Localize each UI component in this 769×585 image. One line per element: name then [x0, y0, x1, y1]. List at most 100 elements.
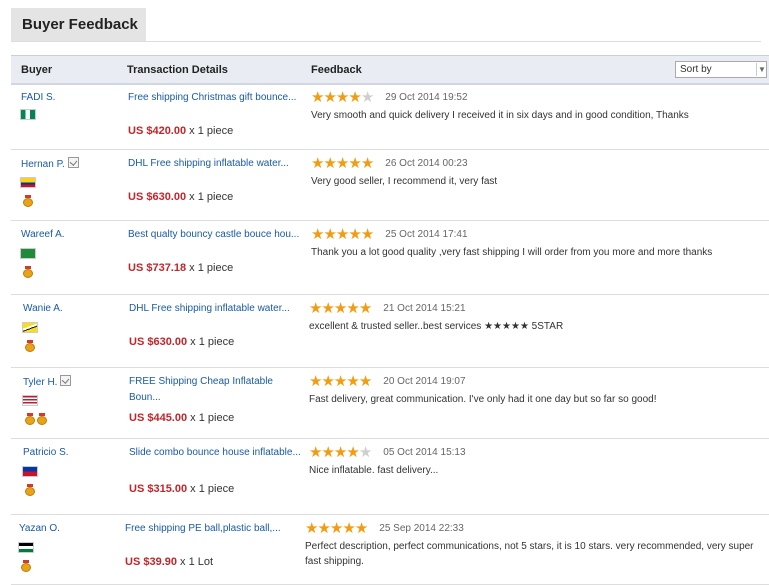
buyer-name-link[interactable]: Wareef A.	[21, 229, 65, 240]
feedback-date: 26 Oct 2014 00:23	[385, 158, 468, 169]
star-icon: ★	[335, 226, 349, 243]
medal-icon	[37, 413, 47, 425]
order-quantity: x 1 piece	[189, 125, 234, 137]
rating-stars: ★★★★★	[311, 89, 374, 106]
verified-icon	[67, 157, 79, 168]
transaction-cell: Best qualty bouncy castle bouce hou...	[128, 227, 300, 243]
page-title: Buyer Feedback	[22, 16, 138, 33]
medal-icon	[23, 266, 33, 278]
product-link[interactable]: Free shipping PE ball,plastic ball,...	[125, 521, 297, 537]
transaction-cell: Free shipping Christmas gift bounce...	[128, 90, 300, 106]
order-quantity: x 1 piece	[189, 191, 234, 203]
buyer-name-link[interactable]: Patricio S.	[23, 447, 69, 458]
feedback-cell: ★★★★★ 05 Oct 2014 15:13 Nice inflatable. f…	[309, 444, 764, 478]
order-price: US $445.00	[129, 412, 188, 424]
rating-stars: ★★★★★	[309, 444, 372, 461]
star-icon: ★	[311, 89, 324, 106]
star-icon: ★	[348, 226, 361, 243]
transaction-cell: DHL Free shipping inflatable water...	[129, 301, 301, 317]
feedback-cell: ★★★★★ 20 Oct 2014 19:07 Fast delivery, gre…	[309, 373, 764, 407]
star-icon: ★	[309, 300, 322, 317]
col-feedback-header: Feedback	[311, 64, 362, 76]
table-row: Wanie A. DHL Free shipping inflatable wat…	[11, 294, 769, 368]
country-flag-icon	[22, 466, 38, 477]
star-icon: ★	[346, 373, 359, 390]
feedback-date: 05 Oct 2014 15:13	[383, 447, 466, 458]
star-icon: ★	[342, 520, 355, 537]
medal-icon	[25, 340, 35, 352]
star-icon: ★	[311, 155, 324, 172]
product-link[interactable]: FREE Shipping Cheap Inflatable Boun...	[129, 374, 301, 406]
star-icon: ★	[321, 300, 334, 317]
star-icon: ★	[317, 520, 330, 537]
price-line: US $39.90 x 1 Lot	[125, 556, 213, 568]
star-icon: ★	[333, 444, 347, 461]
product-link[interactable]: DHL Free shipping inflatable water...	[129, 301, 301, 317]
country-flag-icon	[20, 177, 36, 188]
country-flag-icon	[20, 109, 36, 120]
price-line: US $630.00 x 1 piece	[128, 191, 233, 203]
buyer-cell: Yazan O.	[19, 522, 60, 534]
order-quantity: x 1 piece	[190, 483, 235, 495]
star-icon: ★	[360, 226, 374, 243]
transaction-cell: Slide combo bounce house inflatable...	[129, 445, 301, 461]
product-link[interactable]: Best qualty bouncy castle bouce hou...	[128, 227, 300, 243]
star-icon: ★	[358, 373, 372, 390]
buyer-name-link[interactable]: Hernan P.	[21, 159, 65, 170]
feedback-date: 21 Oct 2014 15:21	[383, 303, 466, 314]
transaction-cell: FREE Shipping Cheap Inflatable Boun...	[129, 374, 301, 406]
buyer-cell: Wanie A.	[23, 302, 63, 314]
star-icon: ★	[323, 155, 336, 172]
star-icon: ★	[335, 89, 349, 106]
star-icon: ★	[335, 155, 349, 172]
col-transaction-header: Transaction Details	[127, 64, 228, 76]
title-divider	[11, 41, 761, 42]
star-icon: ★	[309, 444, 322, 461]
star-icon: ★	[346, 300, 359, 317]
buyer-cell: FADI S.	[21, 91, 55, 103]
rating-stars: ★★★★★	[311, 226, 374, 243]
buyer-name-link[interactable]: Wanie A.	[23, 303, 63, 314]
medal-icon	[25, 413, 35, 425]
feedback-text: Nice inflatable. fast delivery...	[309, 465, 439, 476]
product-link[interactable]: Free shipping Christmas gift bounce...	[128, 90, 300, 106]
feedback-date: 25 Sep 2014 22:33	[379, 523, 464, 534]
rating-stars: ★★★★★	[305, 520, 368, 537]
order-price: US $630.00	[129, 336, 188, 348]
order-price: US $630.00	[128, 191, 187, 203]
rating-stars: ★★★★★	[309, 300, 372, 317]
buyer-name-link[interactable]: Tyler H.	[23, 377, 57, 388]
feedback-cell: ★★★★★ 29 Oct 2014 19:52 Very smooth and qu…	[311, 89, 766, 123]
buyer-name-link[interactable]: FADI S.	[21, 92, 55, 103]
transaction-cell: Free shipping PE ball,plastic ball,...	[125, 521, 297, 537]
price-line: US $630.00 x 1 piece	[129, 336, 234, 348]
country-flag-icon	[22, 395, 38, 406]
product-link[interactable]: DHL Free shipping inflatable water...	[128, 156, 300, 172]
price-line: US $315.00 x 1 piece	[129, 483, 234, 495]
sort-by-select[interactable]: Sort by ▼	[675, 61, 767, 78]
star-icon: ★	[360, 89, 374, 106]
star-icon: ★	[360, 155, 374, 172]
order-quantity: x 1 piece	[190, 336, 235, 348]
sort-by-label: Sort by	[680, 64, 712, 75]
buyer-cell: Tyler H.	[23, 375, 72, 388]
star-icon: ★	[311, 226, 324, 243]
feedback-cell: ★★★★★ 25 Sep 2014 22:33 Perfect descriptio…	[305, 520, 760, 569]
buyer-cell: Patricio S.	[23, 446, 69, 458]
table-row: FADI S. Free shipping Christmas gift boun…	[11, 83, 769, 150]
col-buyer-header: Buyer	[21, 64, 53, 76]
feedback-text: Perfect description, perfect communicati…	[305, 541, 754, 567]
star-icon: ★	[348, 155, 361, 172]
star-icon: ★	[321, 444, 334, 461]
buyer-name-link[interactable]: Yazan O.	[19, 523, 60, 534]
feedback-text: Very smooth and quick delivery I receive…	[311, 110, 689, 121]
star-icon: ★	[358, 300, 372, 317]
star-icon: ★	[305, 520, 318, 537]
medal-icon	[21, 560, 31, 572]
transaction-cell: DHL Free shipping inflatable water...	[128, 156, 300, 172]
star-icon: ★	[323, 226, 336, 243]
rating-stars: ★★★★★	[311, 155, 374, 172]
order-price: US $420.00	[128, 125, 187, 137]
product-link[interactable]: Slide combo bounce house inflatable...	[129, 445, 301, 461]
feedback-text: excellent & trusted seller..best service…	[309, 321, 564, 332]
